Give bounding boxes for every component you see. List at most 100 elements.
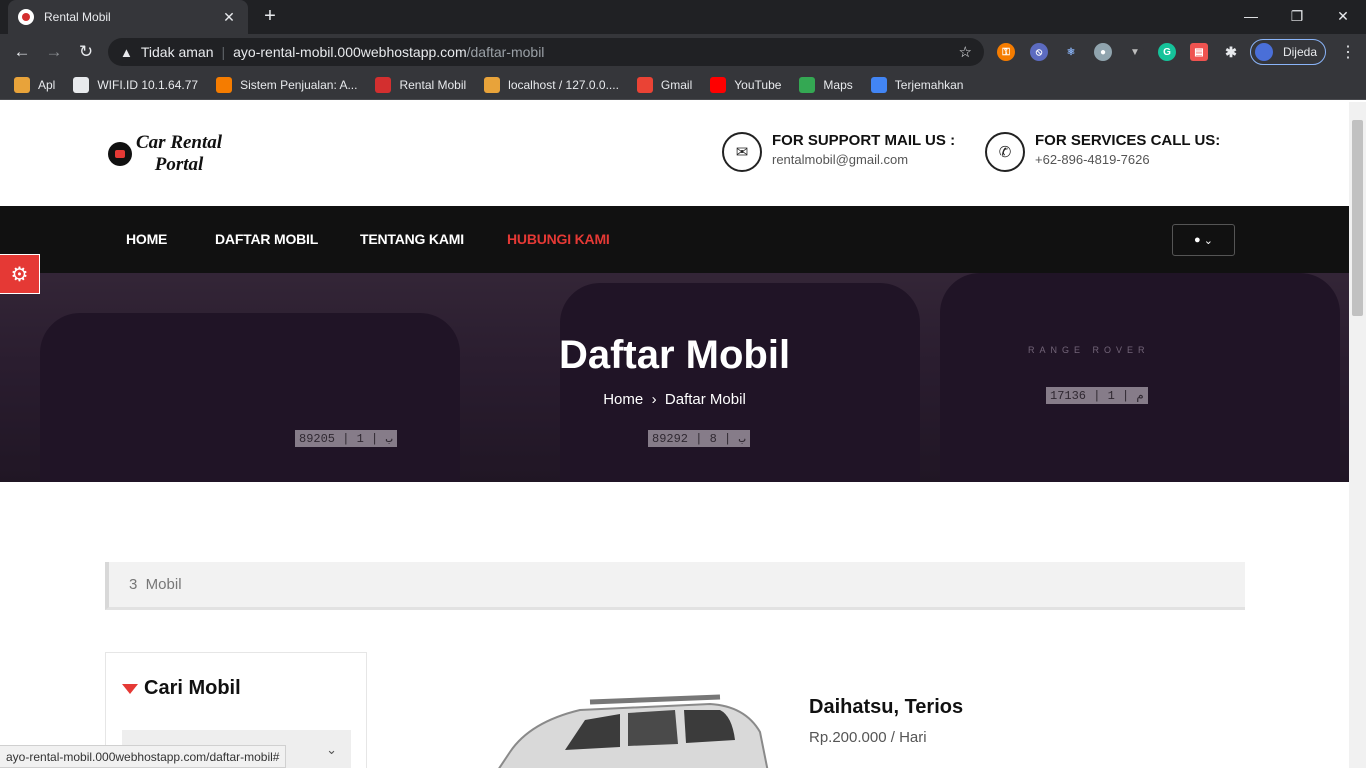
browser-tab[interactable]: Rental Mobil ✕	[8, 0, 248, 34]
breadcrumb-chevron-icon: ›	[647, 391, 661, 408]
breadcrumb-home[interactable]: Home	[603, 391, 643, 408]
site-logo[interactable]: Car Rental Portal	[108, 132, 222, 176]
filter-title: Cari Mobil	[144, 677, 241, 699]
rental-favicon	[18, 9, 34, 25]
result-count: 3 Mobil	[129, 576, 182, 593]
url-host: ayo-rental-mobil.000webhostapp.com	[233, 44, 467, 60]
user-circle-icon: ●	[1194, 234, 1201, 246]
tab-close-icon[interactable]: ✕	[220, 9, 238, 26]
support-label: FOR SUPPORT MAIL US :	[772, 132, 956, 149]
forward-button[interactable]: →	[42, 40, 66, 64]
bookmarks-bar: Apl WIFI.ID 10.1.64.77 Sistem Penjualan: A…	[0, 70, 1366, 100]
filter-funnel-icon	[122, 683, 138, 694]
bookmark-item[interactable]: Maps	[799, 76, 853, 93]
warning-icon[interactable]: ▲	[120, 45, 133, 60]
logo-text: Car Rental Portal	[136, 132, 222, 176]
bookmark-label: Terjemahkan	[894, 77, 964, 92]
breadcrumb: Home › Daftar Mobil	[0, 391, 1349, 408]
block-extension-icon[interactable]: ⦸	[1030, 43, 1048, 61]
scrollbar-thumb[interactable]	[1352, 120, 1363, 316]
profile-button[interactable]: Dijeda	[1250, 39, 1326, 65]
car-price: Rp.200.000 / Hari	[809, 729, 927, 746]
support-email[interactable]: rentalmobil@gmail.com	[772, 152, 955, 167]
youtube-icon	[710, 76, 727, 93]
car-thumbnail[interactable]	[470, 692, 770, 768]
xampp-icon	[216, 76, 233, 93]
bookmark-label: Rental Mobil	[399, 77, 467, 92]
car-logo-icon	[108, 142, 132, 166]
bookmark-item[interactable]: localhost / 127.0.0....	[484, 76, 619, 93]
page-hero-banner: 89205 | ب | 1 89292 | ب | 8 17136 | م | …	[0, 273, 1349, 482]
extensions-puzzle-icon[interactable]: ✱	[1222, 43, 1240, 61]
result-count-bar: 3 Mobil	[105, 562, 1245, 610]
tab-title: Rental Mobil	[44, 10, 111, 24]
browser-menu-icon[interactable]: ⋮	[1338, 42, 1358, 62]
chevron-down-icon: ⌄	[326, 742, 337, 757]
main-navbar: HOME DAFTAR MOBIL TENTANG KAMI HUBUNGI K…	[0, 206, 1349, 273]
bookmark-item[interactable]: YouTube	[710, 76, 782, 93]
breadcrumb-current: Daftar Mobil	[664, 391, 746, 408]
user-menu-button[interactable]: ● ⌄	[1172, 224, 1235, 256]
nav-home[interactable]: HOME	[126, 231, 167, 247]
phone-icon: ✆	[985, 132, 1025, 172]
avatar	[1255, 43, 1273, 61]
car-title[interactable]: Daihatsu, Terios	[809, 696, 963, 719]
window-close-button[interactable]: ✕	[1320, 0, 1366, 32]
bookmark-item[interactable]: WIFI.ID 10.1.64.77	[73, 76, 198, 93]
browser-tab-strip: Rental Mobil ✕ + — ❐ ✕	[0, 0, 1366, 34]
address-separator: |	[221, 44, 226, 60]
services-label: FOR SERVICES CALL US:	[1035, 132, 1221, 149]
chevron-down-icon: ⌄	[1203, 234, 1213, 247]
key-extension-icon[interactable]: ⚿	[997, 43, 1015, 61]
logo-line-2: Portal	[154, 154, 204, 175]
bookmark-label: localhost / 127.0.0....	[508, 77, 619, 92]
nav-daftar-mobil[interactable]: DAFTAR MOBIL	[215, 231, 318, 247]
bookmark-label: Gmail	[660, 77, 693, 92]
bookmark-item[interactable]: Terjemahkan	[870, 76, 964, 93]
circle-extension-icon[interactable]: ●	[1094, 43, 1112, 61]
envelope-icon: ✉	[722, 132, 762, 172]
pdf-extension-icon[interactable]: ▤	[1190, 43, 1208, 61]
nav-tentang-kami[interactable]: TENTANG KAMI	[360, 231, 464, 247]
gear-icon: ⚙	[10, 263, 29, 286]
bookmark-label: YouTube	[734, 77, 782, 92]
apps-grid-icon	[14, 76, 30, 93]
new-tab-button[interactable]: +	[258, 4, 282, 28]
settings-gear-button[interactable]: ⚙	[0, 254, 40, 294]
bookmark-item[interactable]: Sistem Penjualan: A...	[216, 76, 358, 93]
nav-hubungi-kami[interactable]: HUBUNGI KAMI	[507, 231, 610, 247]
browser-toolbar: ← → ↻ ▲ Tidak aman | ayo-rental-mobil.00…	[0, 34, 1366, 70]
bookmark-label: Sistem Penjualan: A...	[240, 77, 358, 92]
maps-icon	[799, 76, 816, 93]
bookmark-item[interactable]: Apl	[14, 76, 56, 93]
services-contact: ✆ FOR SERVICES CALL US: +62-896-4819-762…	[985, 132, 1220, 172]
bookmark-item[interactable]: Rental Mobil	[375, 76, 467, 93]
reload-button[interactable]: ↻	[74, 40, 98, 64]
security-label[interactable]: Tidak aman	[141, 44, 214, 60]
bookmark-item[interactable]: Gmail	[636, 76, 693, 93]
page-title: Daftar Mobil	[558, 333, 791, 377]
services-phone[interactable]: +62-896-4819-7626	[1035, 152, 1220, 167]
address-bar[interactable]: ▲ Tidak aman | ayo-rental-mobil.000webho…	[108, 38, 984, 66]
restore-button[interactable]: ❐	[1274, 0, 1320, 32]
minimize-button[interactable]: —	[1228, 0, 1274, 32]
gmail-icon	[636, 76, 653, 93]
back-button[interactable]: ←	[10, 40, 34, 64]
bookmark-label: Apl	[38, 77, 56, 92]
translate-icon	[870, 76, 887, 93]
status-bar-url: ayo-rental-mobil.000webhostapp.com/dafta…	[0, 745, 287, 768]
rental-favicon	[375, 76, 392, 93]
globe-icon	[73, 76, 90, 93]
url-path: /daftar-mobil	[466, 44, 545, 60]
vue-extension-icon[interactable]: ▼	[1126, 43, 1144, 61]
site-header: Car Rental Portal ✉ FOR SUPPORT MAIL US …	[0, 102, 1349, 206]
react-extension-icon[interactable]: ⚛	[1062, 43, 1080, 61]
support-contact: ✉ FOR SUPPORT MAIL US : rentalmobil@gmai…	[722, 132, 955, 172]
profile-name: Dijeda	[1282, 45, 1317, 59]
phpmyadmin-icon	[484, 76, 501, 93]
logo-line-1: Car Rental	[136, 132, 223, 153]
bookmark-label: Maps	[823, 77, 853, 92]
grammarly-extension-icon[interactable]: G	[1158, 43, 1176, 61]
page-scrollbar[interactable]	[1349, 102, 1366, 768]
bookmark-star-icon[interactable]: ☆	[959, 43, 972, 61]
